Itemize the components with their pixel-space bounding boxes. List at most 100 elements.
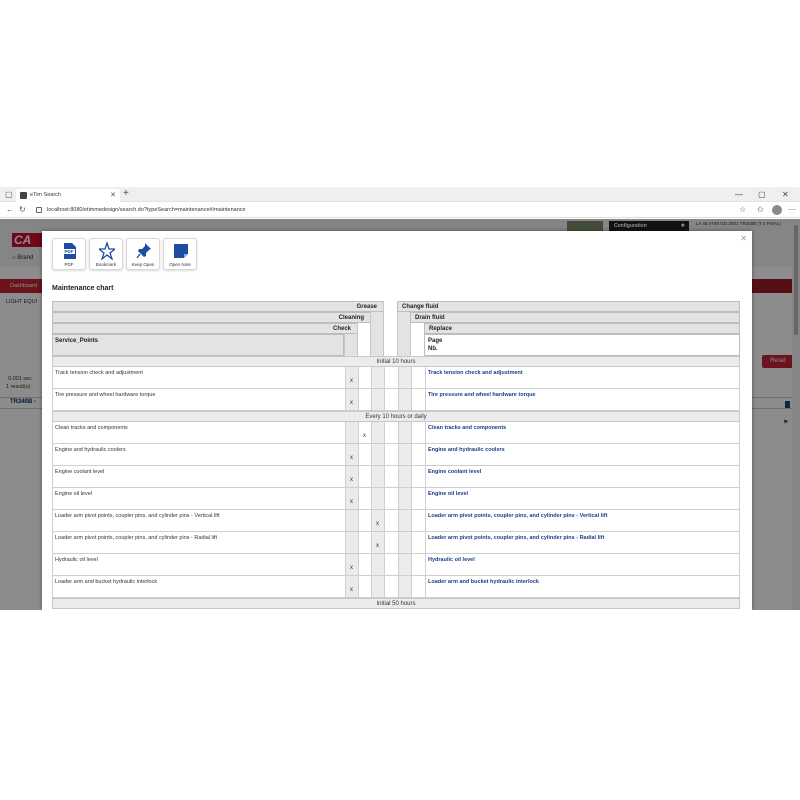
more-menu-icon[interactable]: ⋯ [788, 202, 796, 218]
table-cell [358, 389, 371, 410]
star-icon [99, 242, 115, 260]
open-note-label: Open Note [169, 262, 191, 267]
table-row: Clean tracks and components x Clean tracks… [52, 422, 740, 444]
procedure-link[interactable]: Hydraulic oil level [428, 557, 475, 563]
table-cell [371, 554, 384, 575]
table-cell [398, 554, 411, 575]
favorites-icon[interactable]: ✩ [757, 202, 764, 218]
table-row: Track tension check and adjustment x Track… [52, 367, 740, 389]
header-replace-text: Replace [429, 326, 453, 332]
table-cell-divider [425, 367, 426, 388]
service-point-name: Loader arm and bucket hydraulic interloc… [55, 579, 158, 585]
header-service-points: Service_Points [52, 334, 344, 356]
table-cell [411, 576, 424, 597]
table-cell [371, 444, 384, 465]
table-cell [371, 422, 384, 443]
browser-tab[interactable]: eTim Search ✕ [16, 189, 120, 202]
note-icon [174, 244, 188, 258]
procedure-link[interactable]: Engine coolant level [428, 469, 481, 475]
table-cell [371, 367, 384, 388]
procedure-link[interactable]: Clean tracks and components [428, 425, 506, 431]
header-change-fluid: Change fluid [397, 301, 740, 312]
table-row: Hydraulic oil level x Hydraulic oil level [52, 554, 740, 576]
table-cell [398, 532, 411, 553]
url-text: localhost:8080/etimmedesign/search.do?ty… [47, 207, 246, 213]
bookmark-button[interactable]: Bookmark [89, 238, 123, 270]
open-note-button[interactable]: Open Note [163, 238, 197, 270]
section-header: Every 10 hours or daily [52, 411, 740, 422]
procedure-link[interactable]: Tire pressure and wheel hardware torque [428, 392, 536, 398]
table-cell-divider [425, 532, 426, 553]
table-cell [358, 532, 371, 553]
table-cell [398, 367, 411, 388]
table-cell [358, 466, 371, 487]
table-row: Engine oil level x Engine oil level [52, 488, 740, 510]
header-page-nb: Page Nb. [424, 334, 740, 356]
divider-column-head [383, 301, 397, 356]
procedure-link[interactable]: Engine oil level [428, 491, 468, 497]
service-point-name: Hydraulic oil level [55, 557, 98, 563]
table-cell [371, 389, 384, 410]
procedure-link[interactable]: Engine and hydraulic coolers [428, 447, 505, 453]
new-tab-icon[interactable]: + [123, 187, 129, 201]
interval-mark: x [350, 565, 353, 571]
table-cell [358, 576, 371, 597]
modal-title: Maintenance chart [52, 285, 114, 292]
header-grease-text: Grease [356, 304, 377, 310]
table-cell [411, 367, 424, 388]
table-row: Engine and hydraulic coolers x Engine and … [52, 444, 740, 466]
table-row: Loader arm pivot points, coupler pins, a… [52, 532, 740, 554]
address-bar: ← ↻ localhost:8080/etimmedesign/search.d… [0, 202, 800, 218]
reload-icon[interactable]: ↻ [19, 202, 26, 218]
pin-icon [136, 243, 151, 259]
url-field[interactable]: localhost:8080/etimmedesign/search.do?ty… [32, 204, 722, 216]
procedure-link[interactable]: Loader arm pivot points, coupler pins, a… [428, 513, 607, 519]
change-fluid-column-head [397, 312, 410, 356]
interval-mark: x [350, 400, 353, 406]
back-icon[interactable]: ← [6, 202, 14, 218]
table-cell [358, 488, 371, 509]
table-cell-divider [425, 466, 426, 487]
procedure-link[interactable]: Loader arm and bucket hydraulic interloc… [428, 579, 539, 585]
maximize-icon[interactable]: ▢ [758, 187, 766, 202]
pdf-button[interactable]: PDF PDF [52, 238, 86, 270]
favicon-icon [20, 192, 27, 199]
procedure-link[interactable]: Loader arm pivot points, coupler pins, a… [428, 535, 604, 541]
favorite-star-icon[interactable]: ☆ [739, 202, 746, 218]
table-cell [358, 554, 371, 575]
table-cell-divider [425, 488, 426, 509]
header-cleaning: Cleaning [52, 312, 371, 323]
pdf-label: PDF [64, 262, 74, 267]
header-change-fluid-text: Change fluid [402, 304, 439, 310]
drain-fluid-column-head [410, 323, 424, 356]
table-cell [411, 466, 424, 487]
table-cell [384, 510, 397, 531]
interval-mark: x [350, 455, 353, 461]
table-cell [411, 532, 424, 553]
table-cell [411, 488, 424, 509]
cleaning-column-head [357, 323, 370, 356]
header-page-text: Page [428, 338, 443, 344]
close-icon[interactable]: ✕ [740, 234, 747, 243]
table-cell [384, 389, 397, 410]
profile-avatar[interactable] [772, 205, 782, 215]
close-window-icon[interactable]: ✕ [782, 187, 789, 202]
bookmark-label: Bookmark [95, 262, 117, 267]
tab-title: eTim Search [30, 192, 61, 198]
tab-actions-icon[interactable]: ▢ [5, 187, 13, 202]
site-info-icon[interactable] [36, 207, 42, 213]
procedure-link[interactable]: Track tension check and adjustment [428, 370, 523, 376]
section-header: Initial 10 hours [52, 356, 740, 367]
pdf-icon: PDF [63, 243, 76, 259]
service-point-name: Track tension check and adjustment [55, 370, 143, 376]
maintenance-modal: ✕ PDF PDF Bookmark Keep Open Open Note M… [42, 231, 752, 610]
close-tab-icon[interactable]: ✕ [110, 189, 116, 202]
service-point-name: Engine oil level [55, 491, 92, 497]
minimize-icon[interactable]: — [735, 187, 743, 202]
table-cell [398, 488, 411, 509]
keep-open-button[interactable]: Keep Open [126, 238, 160, 270]
table-row: Tire pressure and wheel hardware torque x… [52, 389, 740, 411]
table-cell [411, 422, 424, 443]
interval-mark: x [363, 433, 366, 439]
table-cell-divider [425, 389, 426, 410]
